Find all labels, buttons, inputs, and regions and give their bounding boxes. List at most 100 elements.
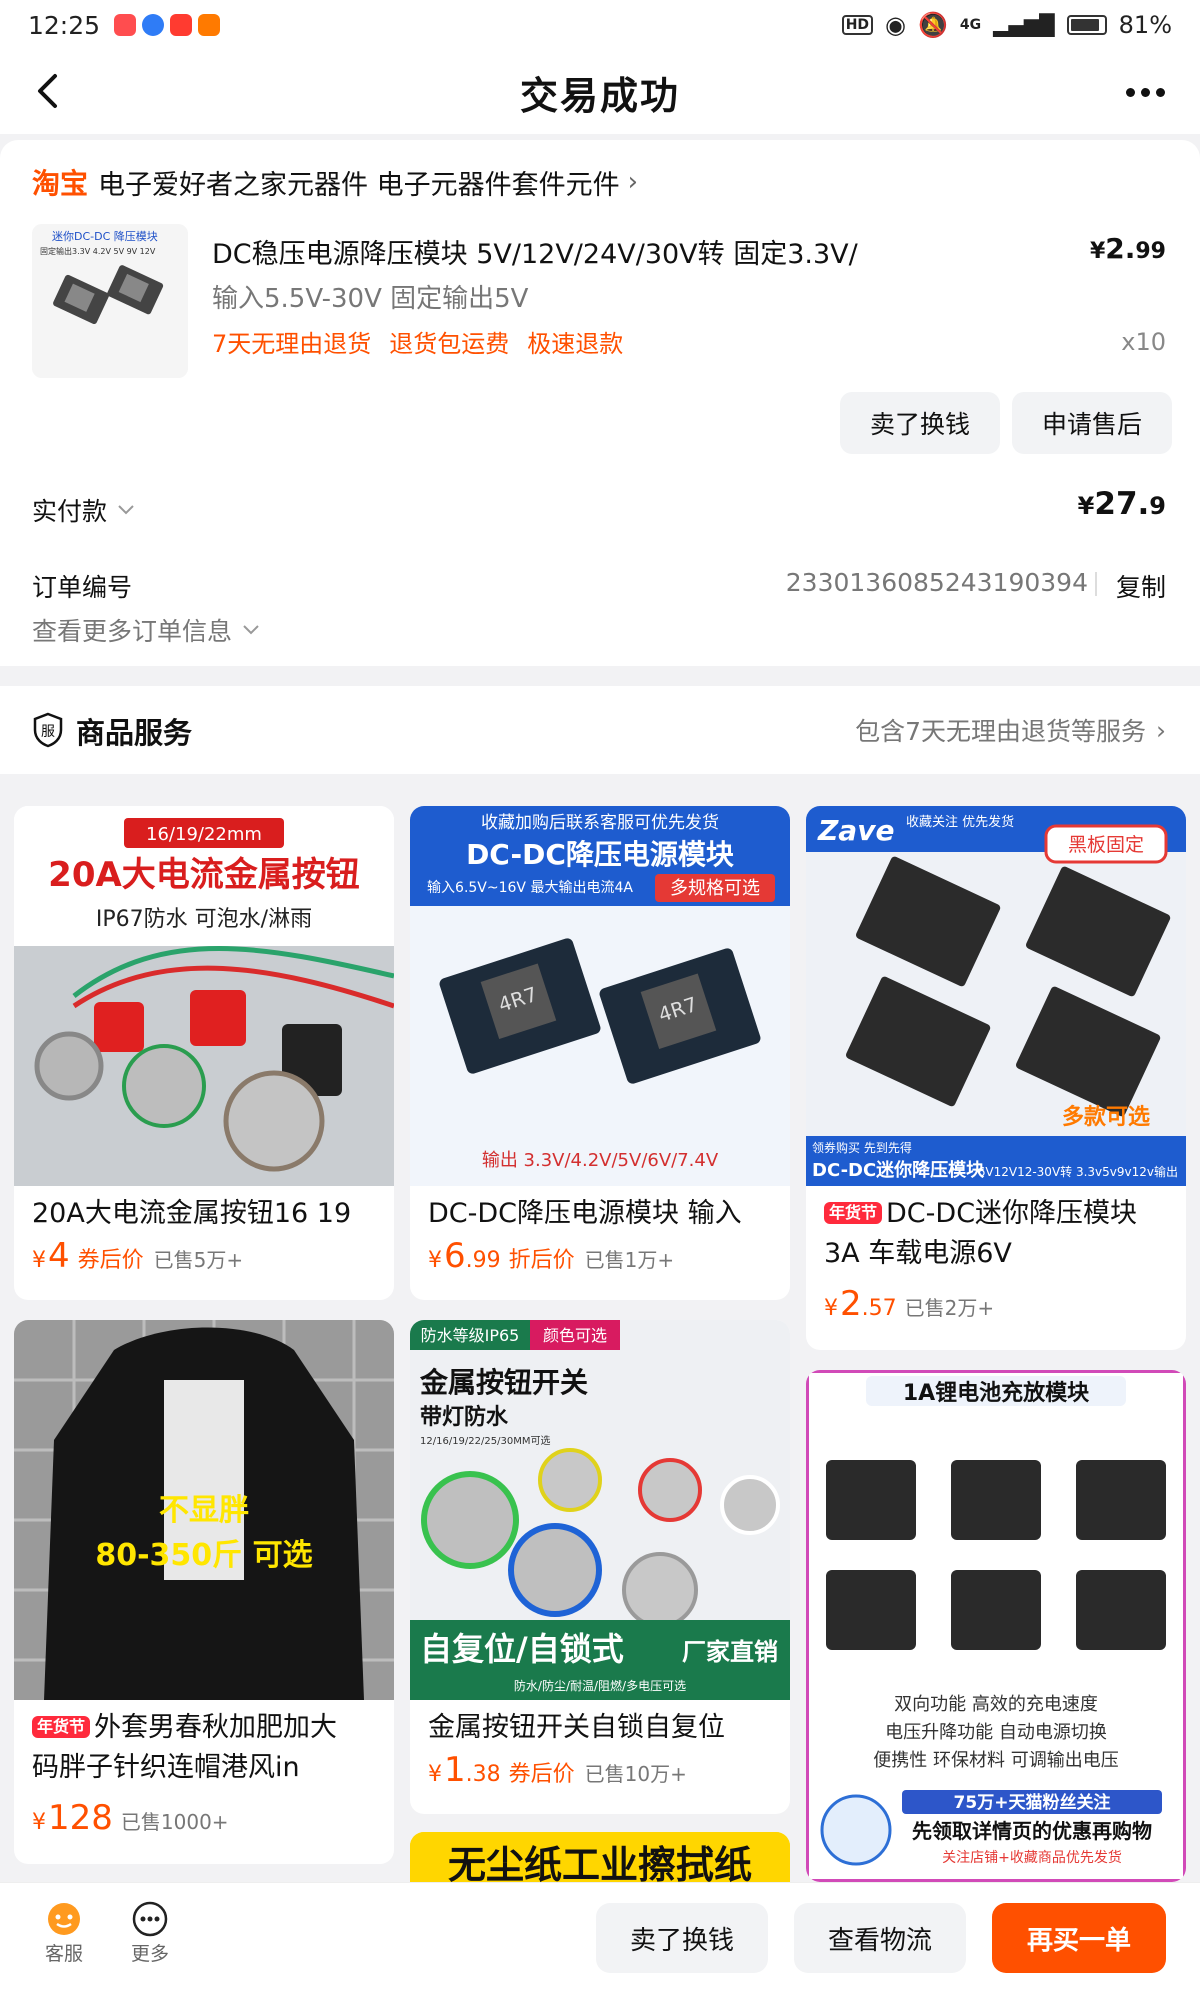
svg-text:Zave: Zave: [817, 814, 894, 847]
shop-link[interactable]: 淘宝 电子爱好者之家元器件 电子元器件套件元件 ›: [32, 162, 638, 202]
back-button[interactable]: [22, 66, 72, 116]
product-image: 不显胖 80-350斤 可选: [14, 1320, 394, 1700]
more-icon: [132, 1901, 168, 1937]
product-title: 年货节 外套男春秋加肥加大 码胖子针织连帽港风in: [32, 1712, 338, 1783]
app-notification-icon: [142, 14, 165, 36]
shop-name: 电子爱好者之家元器件 电子元器件套件元件: [98, 169, 620, 201]
more-button[interactable]: 更多: [120, 1899, 180, 1966]
product-service-tags: 7天无理由退货 退货包运费 极速退款: [212, 324, 623, 359]
app-notification-icon: [114, 14, 137, 36]
status-bar: 12:25 HD ◉ 🔕 4G ▂▄▆█ 81%: [0, 0, 1200, 50]
product-spec: 输入5.5V-30V 固定输出5V: [212, 284, 529, 314]
order-number: 2330136085243190394: [785, 568, 1088, 597]
mute-bell-icon: 🔕: [918, 11, 948, 39]
recommend-product-card[interactable]: 收藏加购后联系客服可优先发货 DC-DC降压电源模块 输入6.5V~16V 最大…: [410, 806, 790, 1300]
dot-icon: [1125, 87, 1135, 97]
thumb-title: 迷你DC-DC 降压模块: [52, 229, 158, 243]
chevron-down-icon: [118, 505, 134, 515]
copy-button[interactable]: 复制: [1116, 568, 1166, 604]
svg-text:黑板固定: 黑板固定: [1068, 834, 1144, 856]
product-title[interactable]: DC稳压电源降压模块 5V/12V/24V/30V转 固定3.3V/: [212, 232, 932, 271]
bottom-action-bar: 客服 更多 卖了换钱 查看物流 再买一单: [0, 1882, 1200, 2000]
svg-text:多款可选: 多款可选: [1062, 1104, 1150, 1130]
thumb-sub: 固定输出3.3V 4.2V 5V 9V 12V: [40, 246, 156, 256]
dot-icon: [1140, 87, 1150, 97]
svg-text:DC-DC迷你降压模块: DC-DC迷你降压模块: [812, 1159, 985, 1181]
svg-text:双向功能 高效的充电速度: 双向功能 高效的充电速度: [894, 1694, 1098, 1715]
product-service-row[interactable]: 服 商品服务 包含7天无理由退货等服务 ›: [0, 686, 1200, 774]
product-price: ¥1.38 券后价 已售10万+: [428, 1750, 687, 1790]
festival-badge: 年货节: [824, 1202, 883, 1224]
product-image: 16/19/22mm 20A大电流金属按钮 IP67防水 可泡水/淋雨: [14, 806, 394, 1186]
svg-text:输出 3.3V/4.2V/5V/6V/7.4V: 输出 3.3V/4.2V/5V/6V/7.4V: [482, 1150, 719, 1171]
product-price: ¥6.99 折后价 已售1万+: [428, 1236, 675, 1276]
status-time: 12:25: [28, 10, 101, 40]
signal-icon: ▂▄▆█: [993, 13, 1055, 37]
sell-button[interactable]: 卖了换钱: [596, 1903, 768, 1973]
svg-text:1A锂电池充放模块: 1A锂电池充放模块: [903, 1380, 1090, 1406]
recommend-product-card[interactable]: 防水等级IP65 颜色可选 金属按钮开关 带灯防水 12/16/19/22/25…: [410, 1320, 790, 1814]
paid-label: 实付款: [32, 497, 108, 526]
svg-text:便携性 环保材料 可调输出电压: 便携性 环保材料 可调输出电压: [873, 1750, 1118, 1771]
product-title: 金属按钮开关自锁自复位: [428, 1712, 725, 1743]
svg-text:多规格可选: 多规格可选: [670, 878, 760, 899]
network-label: 4G: [959, 17, 982, 33]
product-quantity: x10: [1121, 328, 1166, 356]
view-logistics-button[interactable]: 查看物流: [794, 1903, 966, 1973]
svg-text:20A大电流金属按钮: 20A大电流金属按钮: [48, 855, 360, 895]
service-tag: 极速退款: [527, 330, 624, 358]
product-title: DC-DC降压电源模块 输入: [428, 1198, 742, 1229]
svg-text:先领取详情页的优惠再购物: 先领取详情页的优惠再购物: [912, 1819, 1152, 1843]
svg-text:金属按钮开关: 金属按钮开关: [419, 1366, 588, 1399]
svg-text:IP67防水 可泡水/淋雨: IP67防水 可泡水/淋雨: [96, 907, 312, 932]
product-price: ¥2.99: [1089, 232, 1166, 265]
svg-text:关注店铺+收藏商品优先发货: 关注店铺+收藏商品优先发货: [942, 1849, 1122, 1866]
product-image: 收藏加购后联系客服可优先发货 DC-DC降压电源模块 输入6.5V~16V 最大…: [410, 806, 790, 1186]
svg-text:自复位/自锁式: 自复位/自锁式: [420, 1630, 624, 1668]
order-number-label: 订单编号: [32, 573, 133, 602]
eye-icon: ◉: [885, 11, 906, 39]
product-title: 年货节 DC-DC迷你降压模块 3A 车载电源6V: [824, 1198, 1138, 1269]
chevron-right-icon: ›: [1156, 715, 1166, 745]
svg-text:厂家直销: 厂家直销: [682, 1638, 778, 1666]
svg-text:带灯防水: 带灯防水: [420, 1405, 509, 1430]
svg-text:领券购买 先到先得: 领券购买 先到先得: [812, 1140, 912, 1155]
recommend-product-card[interactable]: 16/19/22mm 20A大电流金属按钮 IP67防水 可泡水/淋雨 20A大…: [14, 806, 394, 1300]
recommend-product-card[interactable]: Zave 收藏关注 优先发货 黑板固定 多款可选 领券购买 先到先得 DC-DC…: [806, 806, 1186, 1350]
product-image: 无尘纸工业擦拭纸: [410, 1832, 790, 1882]
svg-text:DC-DC降压电源模块: DC-DC降压电源模块: [466, 838, 734, 871]
customer-service-label: 客服: [44, 1943, 83, 1965]
recommend-product-card[interactable]: 不显胖 80-350斤 可选 年货节 外套男春秋加肥加大 码胖子针织连帽港风in ¥…: [14, 1320, 394, 1864]
battery-percent: 81%: [1118, 11, 1172, 39]
recommend-product-card[interactable]: 1A锂电池充放模块 双向功能 高效的充电速度 电压升降功能 自动电源切换 便携性…: [806, 1370, 1186, 1882]
svg-text:12/16/19/22/25/30MM可选: 12/16/19/22/25/30MM可选: [420, 1434, 550, 1447]
sell-button[interactable]: 卖了换钱: [840, 392, 1000, 454]
more-label: 更多: [130, 1943, 169, 1965]
svg-text:输入6.5V~16V 最大输出电流4A: 输入6.5V~16V 最大输出电流4A: [427, 880, 633, 896]
notification-icons: [114, 14, 221, 36]
product-price: ¥4 券后价 已售5万+: [32, 1236, 244, 1276]
svg-text:颜色可选: 颜色可选: [543, 1326, 607, 1345]
after-sale-button[interactable]: 申请售后: [1012, 392, 1172, 454]
product-image: 防水等级IP65 颜色可选 金属按钮开关 带灯防水 12/16/19/22/25…: [410, 1320, 790, 1700]
svg-text:服: 服: [41, 724, 55, 740]
product-thumbnail[interactable]: 迷你DC-DC 降压模块 固定输出3.3V 4.2V 5V 9V 12V: [32, 224, 188, 378]
svg-text:防水/防尘/耐温/阻燃/多电压可选: 防水/防尘/耐温/阻燃/多电压可选: [514, 1678, 686, 1693]
nav-bar: 交易成功: [0, 50, 1200, 134]
product-price: ¥2.57 已售2万+: [824, 1284, 995, 1324]
paid-amount-toggle[interactable]: 实付款: [32, 492, 135, 528]
buy-again-button[interactable]: 再买一单: [992, 1903, 1166, 1973]
dot-icon: [1155, 87, 1165, 97]
taobao-tag: 淘宝: [32, 167, 89, 200]
more-options-button[interactable]: [1120, 70, 1170, 114]
recommend-product-card[interactable]: 无尘纸工业擦拭纸: [410, 1832, 790, 1882]
svg-text:收藏加购后联系客服可优先发货: 收藏加购后联系客服可优先发货: [481, 813, 719, 833]
customer-service-button[interactable]: 客服: [34, 1899, 94, 1966]
more-order-info-toggle[interactable]: 查看更多订单信息: [32, 612, 260, 648]
svg-text:防水等级IP65: 防水等级IP65: [421, 1326, 520, 1345]
svg-text:75万+天猫粉丝关注: 75万+天猫粉丝关注: [954, 1792, 1111, 1813]
chevron-down-icon: [243, 625, 259, 635]
customer-service-icon: [48, 1903, 80, 1935]
product-image: 1A锂电池充放模块 双向功能 高效的充电速度 电压升降功能 自动电源切换 便携性…: [806, 1370, 1186, 1882]
svg-text:80-350斤 可选: 80-350斤 可选: [95, 1538, 312, 1573]
